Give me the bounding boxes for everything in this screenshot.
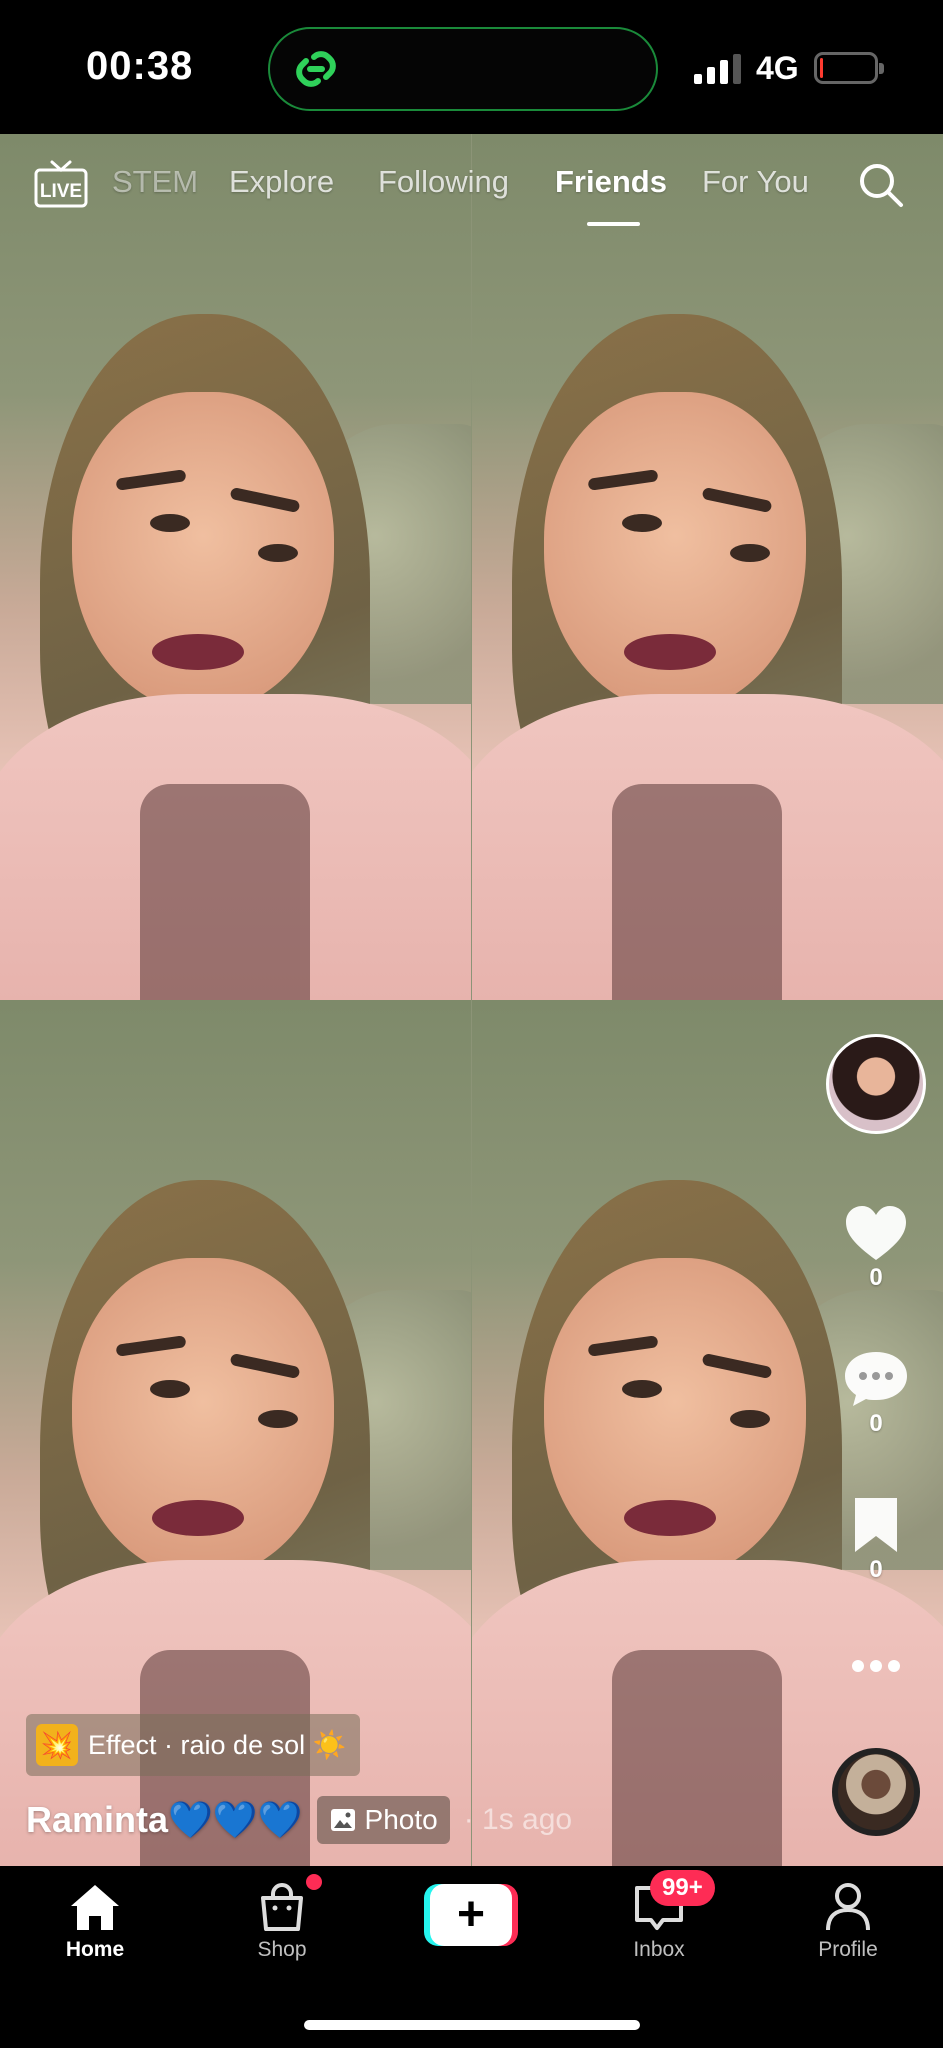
plus-icon: + (456, 1888, 486, 1941)
creator-avatar[interactable] (826, 1034, 926, 1134)
heart-icon (846, 1206, 906, 1260)
sound-disc[interactable] (832, 1748, 920, 1836)
photo-tile (0, 134, 471, 1000)
shop-bag-icon (261, 1883, 303, 1931)
caption-row: Raminta💙💙💙 Photo · 1s ago (26, 1792, 572, 1848)
tab-explore[interactable]: Explore (229, 164, 334, 200)
tab-home[interactable]: Home (30, 1882, 160, 1962)
battery-icon (814, 52, 884, 84)
post-timestamp: · 1s ago (463, 1803, 573, 1836)
network-type: 4G (756, 50, 799, 86)
tab-shop-label: Shop (257, 1938, 307, 1961)
tab-profile[interactable]: Profile (783, 1882, 913, 1962)
search-icon[interactable] (856, 160, 906, 210)
tab-stem[interactable]: STEM (112, 164, 198, 200)
inbox-badge: 99+ (650, 1870, 715, 1906)
create-button[interactable]: + (424, 1884, 518, 1946)
profile-icon (826, 1883, 870, 1931)
photo-tile (472, 134, 943, 1000)
battery-level (820, 58, 823, 78)
photo-badge: Photo (316, 1796, 450, 1844)
cellular-signal-icon (694, 54, 741, 84)
tab-friends[interactable]: Friends (555, 164, 667, 200)
active-tab-indicator (587, 222, 640, 226)
bookmark-button[interactable]: 0 (826, 1496, 926, 1584)
home-indicator (304, 2020, 640, 2030)
like-button[interactable]: 0 (826, 1204, 926, 1292)
photo-image-icon (330, 1809, 355, 1831)
live-tv-icon[interactable]: LIVE (34, 158, 88, 208)
link-chain-icon (296, 51, 336, 87)
video-feed[interactable] (0, 134, 943, 1866)
tab-inbox-label: Inbox (633, 1938, 685, 1961)
home-icon (71, 1885, 119, 1930)
svg-text:LIVE: LIVE (40, 181, 82, 202)
tab-profile-label: Profile (818, 1938, 878, 1961)
username[interactable]: Raminta💙💙💙 (26, 1799, 303, 1841)
tab-home-label: Home (65, 1938, 125, 1961)
more-options-icon[interactable] (850, 1658, 902, 1674)
effect-chip[interactable]: 💥 Effect · raio de sol ☀️ (26, 1714, 361, 1776)
save-count: 0 (869, 1556, 883, 1583)
top-nav: LIVE STEM Explore Following Friends For … (0, 134, 943, 234)
shop-notification-dot (306, 1874, 322, 1890)
status-bar: 00:38 4G (0, 0, 943, 134)
effect-label: Effect · raio de sol ☀️ (88, 1730, 347, 1760)
comment-button[interactable]: 0 (826, 1350, 926, 1438)
tab-for-you[interactable]: For You (702, 164, 809, 200)
status-time: 00:38 (86, 44, 194, 88)
effect-sparkle-icon: 💥 (36, 1724, 78, 1766)
bookmark-icon (855, 1498, 897, 1552)
comment-count: 0 (869, 1410, 883, 1437)
comment-bubble-icon (845, 1352, 907, 1406)
like-count: 0 (869, 1264, 883, 1291)
tab-following[interactable]: Following (378, 164, 509, 200)
dynamic-island (268, 27, 658, 111)
tab-shop[interactable]: Shop (217, 1882, 347, 1962)
photo-label: Photo (364, 1804, 438, 1835)
